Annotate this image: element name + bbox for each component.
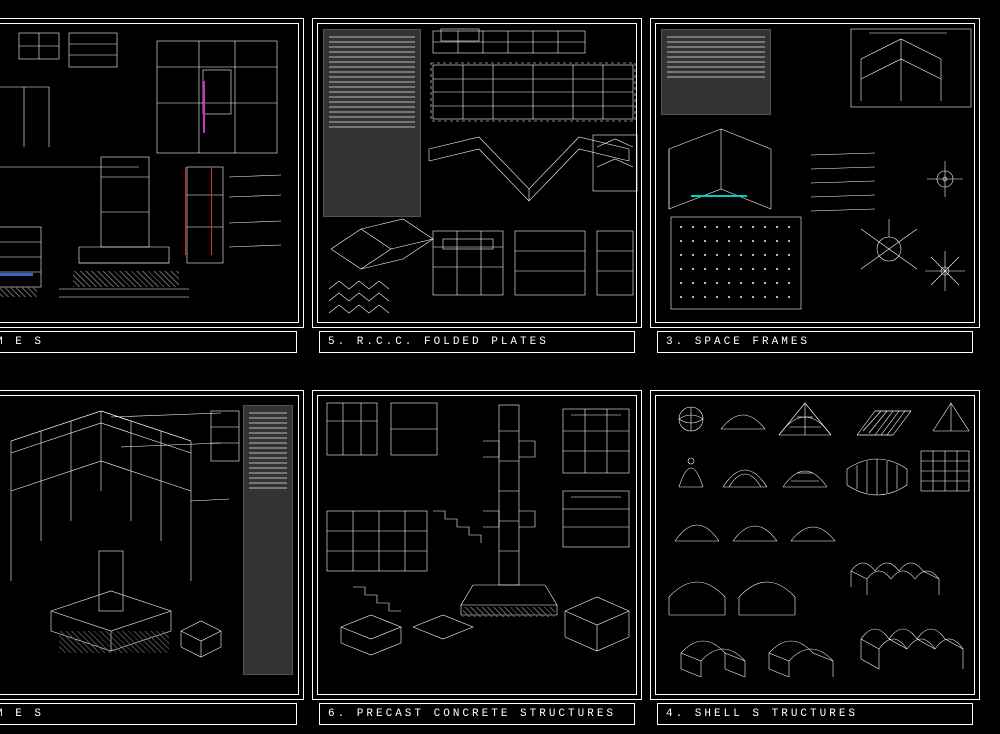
sheet-title-3: M E S [0,703,297,725]
sheet-4: 6. PRECAST CONCRETE STRUCTURES [312,390,642,700]
sheet-0: M E S [0,18,304,328]
cad-sheet-canvas: M E S [0,0,1000,734]
sheet-2: 3. SPACE FRAMES [650,18,980,328]
sheet-title-label: 3. SPACE FRAMES [666,336,810,348]
sheet-title-0: M E S [0,331,297,353]
sheet-title-2: 3. SPACE FRAMES [657,331,973,353]
sheet-title-label: 4. SHELL S TRUCTURES [666,708,858,720]
sheet-5: 4. SHELL S TRUCTURES [650,390,980,700]
sheet-title-label: 6. PRECAST CONCRETE STRUCTURES [328,708,616,720]
sheet-title-1: 5. R.C.C. FOLDED PLATES [319,331,635,353]
sheet-1: 5. R.C.C. FOLDED PLATES [312,18,642,328]
sheet-3: M E S [0,390,304,700]
sheet-title-label: M E S [0,336,44,348]
sheet-title-4: 6. PRECAST CONCRETE STRUCTURES [319,703,635,725]
sheet-title-label: 5. R.C.C. FOLDED PLATES [328,336,549,348]
sheet-title-label: M E S [0,708,44,720]
sheet-title-5: 4. SHELL S TRUCTURES [657,703,973,725]
